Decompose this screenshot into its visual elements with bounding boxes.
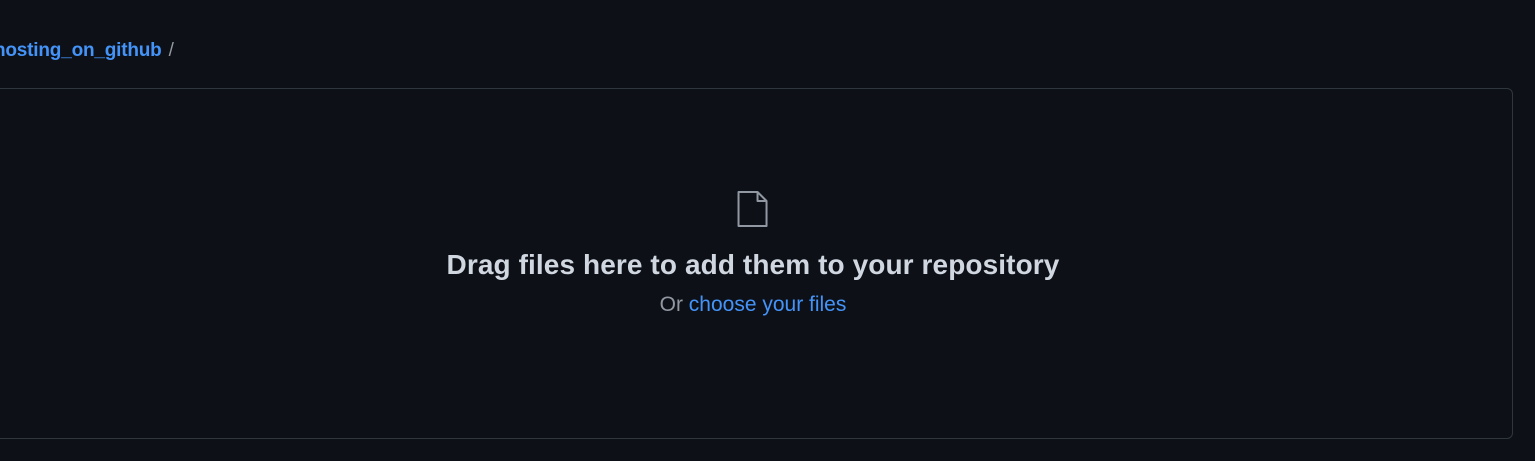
or-text: Or — [659, 293, 683, 316]
breadcrumb: hosting_on_github / — [0, 39, 174, 63]
breadcrumb-repo-link[interactable]: hosting_on_github — [0, 40, 162, 62]
dropzone-title: Drag files here to add them to your repo… — [446, 249, 1060, 280]
dropzone-subtitle: Or choose your files — [660, 293, 847, 317]
choose-files-link[interactable]: choose your files — [689, 293, 847, 316]
dropzone-content: Drag files here to add them to your repo… — [447, 190, 1060, 317]
file-icon — [737, 190, 769, 228]
breadcrumb-separator: / — [168, 40, 174, 61]
upload-page: hosting_on_github / Drag files here to a… — [0, 0, 1535, 461]
